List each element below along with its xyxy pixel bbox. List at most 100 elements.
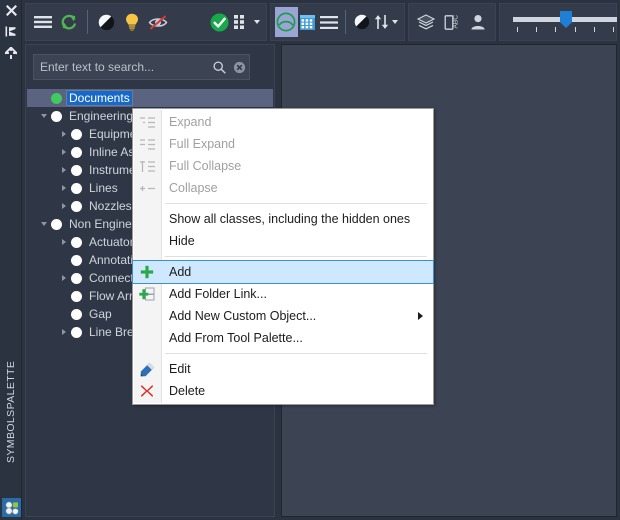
palette-tree-button[interactable] bbox=[275, 7, 298, 37]
tree-item-label: Engineering bbox=[69, 109, 134, 123]
tree-item-documents[interactable]: Documents bbox=[27, 89, 273, 107]
zoom-slider-ticks bbox=[513, 27, 617, 33]
context-menu-item-label: Hide bbox=[169, 234, 195, 248]
chevron-right-icon[interactable] bbox=[57, 269, 71, 287]
application-window: SYMBOLSPALETTE ABC Enter text to search.… bbox=[0, 0, 620, 520]
abc-label-button[interactable]: ABC bbox=[439, 7, 465, 37]
panel-vertical-title: SYMBOLSPALETTE bbox=[5, 360, 17, 464]
status-dot-icon bbox=[71, 308, 82, 320]
status-dot-icon bbox=[71, 272, 82, 284]
toolbar-group-tools: ABC bbox=[408, 3, 496, 41]
contrast-button[interactable] bbox=[93, 7, 119, 37]
context-menu-item-label: Delete bbox=[169, 384, 206, 398]
search-box[interactable] bbox=[33, 54, 250, 80]
tree-item-label: Documents bbox=[66, 90, 133, 106]
refresh-button[interactable] bbox=[56, 7, 82, 37]
settings-gear-icon[interactable] bbox=[0, 42, 22, 63]
full-collapse-icon bbox=[133, 155, 161, 177]
sort-caret-button[interactable] bbox=[389, 7, 400, 37]
sort-button[interactable] bbox=[374, 7, 390, 37]
context-menu-item-add-from-tool-palette[interactable]: Add From Tool Palette... bbox=[133, 327, 433, 349]
zoom-slider-tick bbox=[517, 27, 518, 32]
twisty-placeholder bbox=[37, 89, 51, 107]
chevron-right-icon[interactable] bbox=[57, 161, 71, 179]
context-menu-item-full-expand: Full Expand bbox=[133, 133, 433, 155]
caret-down-icon bbox=[253, 20, 260, 24]
expand-icon bbox=[133, 111, 161, 133]
context-menu-separator bbox=[165, 353, 427, 354]
collapse-icon bbox=[133, 177, 161, 199]
chevron-right-icon[interactable] bbox=[57, 143, 71, 161]
chevron-right-icon[interactable] bbox=[57, 125, 71, 143]
plus-icon bbox=[133, 261, 161, 283]
tree-item-label: Lines bbox=[89, 181, 118, 195]
context-menu-item-hide[interactable]: Hide bbox=[133, 230, 433, 252]
zoom-slider-thumb[interactable] bbox=[560, 11, 572, 28]
left-dock-strip: SYMBOLSPALETTE bbox=[0, 0, 22, 520]
context-menu-item-add-folder-link[interactable]: Add Folder Link... bbox=[133, 283, 433, 305]
magnifier-icon[interactable] bbox=[209, 55, 229, 79]
menu-icon-placeholder bbox=[133, 305, 161, 327]
clear-circle-icon[interactable] bbox=[229, 55, 249, 79]
context-menu-item-label: Show all classes, including the hidden o… bbox=[169, 212, 411, 226]
palette-list-button[interactable] bbox=[317, 7, 340, 37]
context-menu-item-expand: Expand bbox=[133, 111, 433, 133]
context-menu-item-add[interactable]: Add bbox=[132, 260, 434, 284]
chevron-right-icon[interactable] bbox=[57, 323, 71, 341]
context-menu-item-label: Add Folder Link... bbox=[169, 287, 267, 301]
context-menu-item-delete[interactable]: Delete bbox=[133, 380, 433, 402]
context-menu-item-edit[interactable]: Edit bbox=[133, 358, 433, 380]
context-menu-separator bbox=[165, 256, 427, 257]
zoom-slider-tick bbox=[555, 27, 557, 32]
context-menu-item-label: Add From Tool Palette... bbox=[169, 331, 303, 345]
context-menu-item-label: Full Collapse bbox=[169, 159, 242, 173]
context-menu-item-label: Add bbox=[169, 265, 192, 279]
menu-icon-placeholder bbox=[133, 327, 161, 349]
dots-grid-caret-button[interactable] bbox=[250, 7, 262, 37]
zoom-slider-tick bbox=[593, 27, 595, 32]
zoom-slider-tick bbox=[574, 27, 576, 32]
user-button[interactable] bbox=[465, 7, 491, 37]
submenu-arrow-icon bbox=[418, 312, 423, 320]
context-menu-item-show-all-classes-including-the-hidden-ones[interactable]: Show all classes, including the hidden o… bbox=[133, 208, 433, 230]
status-dot-icon bbox=[51, 218, 62, 230]
status-dot-icon bbox=[71, 146, 82, 158]
zoom-slider-tick bbox=[536, 27, 538, 32]
validate-check-button[interactable] bbox=[206, 7, 232, 37]
status-dot-icon bbox=[71, 128, 82, 140]
context-menu[interactable]: Expand Full Expand Full Collapse Collapse Sh… bbox=[132, 108, 434, 405]
eye-off-icon[interactable] bbox=[145, 7, 171, 37]
palette-grid-button[interactable] bbox=[298, 7, 317, 37]
context-menu-item-label: Expand bbox=[169, 115, 212, 129]
chevron-right-icon[interactable] bbox=[57, 179, 71, 197]
status-dot-icon bbox=[71, 200, 82, 212]
twisty-placeholder bbox=[57, 251, 71, 269]
menu-hamburger-button[interactable] bbox=[30, 7, 56, 37]
status-dot-icon bbox=[51, 110, 62, 122]
menu-icon-placeholder bbox=[133, 230, 161, 252]
status-dot-icon bbox=[71, 164, 82, 176]
context-menu-item-add-new-custom-object[interactable]: Add New Custom Object... bbox=[133, 305, 433, 327]
chevron-down-icon[interactable] bbox=[37, 215, 51, 233]
toolbar: ABC bbox=[25, 3, 617, 41]
chevron-right-icon[interactable] bbox=[57, 197, 71, 215]
chevron-down-icon[interactable] bbox=[37, 107, 51, 125]
auto-hide-pin-icon[interactable] bbox=[0, 21, 22, 42]
full-expand-icon bbox=[133, 133, 161, 155]
dots-grid-button[interactable] bbox=[232, 7, 250, 37]
tree-item-label: Gap bbox=[89, 307, 112, 321]
symbol-palette-button[interactable] bbox=[2, 498, 21, 517]
search-input[interactable] bbox=[34, 55, 209, 79]
red-x-icon bbox=[133, 380, 161, 402]
status-dot-icon bbox=[71, 182, 82, 194]
twisty-placeholder bbox=[57, 305, 71, 323]
theme-contrast-button[interactable] bbox=[351, 7, 374, 37]
zoom-slider[interactable] bbox=[506, 3, 617, 41]
chevron-right-icon[interactable] bbox=[57, 233, 71, 251]
close-icon[interactable] bbox=[0, 0, 22, 21]
lightbulb-icon[interactable] bbox=[119, 7, 145, 37]
layers-button[interactable] bbox=[413, 7, 439, 37]
context-menu-separator bbox=[165, 203, 427, 204]
status-dot-icon bbox=[71, 236, 82, 248]
toolbar-group-views bbox=[270, 3, 405, 41]
